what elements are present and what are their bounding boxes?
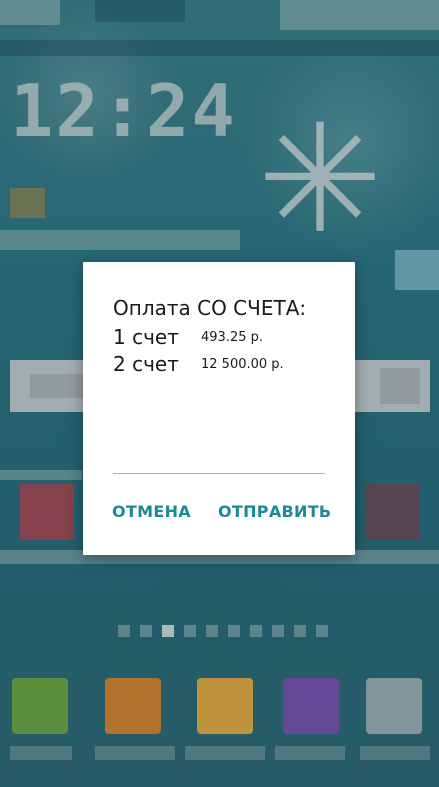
send-button[interactable]: ОТПРАВИТЬ <box>218 502 331 521</box>
cancel-button[interactable]: ОТМЕНА <box>112 502 191 521</box>
payment-dialog: Оплата СО СЧЕТА: 1 счет 493.25 р. 2 счет 1… <box>83 262 355 555</box>
account-row: 2 счет 12 500.00 р. <box>113 352 284 376</box>
dialog-title: Оплата СО СЧЕТА: <box>113 296 307 320</box>
account-row: 1 счет 493.25 р. <box>113 325 263 349</box>
account-label: 2 счет <box>113 352 179 376</box>
account-label: 1 счет <box>113 325 179 349</box>
dialog-divider <box>113 473 325 474</box>
account-amount: 493.25 р. <box>201 330 264 345</box>
account-amount: 12 500.00 р. <box>201 357 284 372</box>
